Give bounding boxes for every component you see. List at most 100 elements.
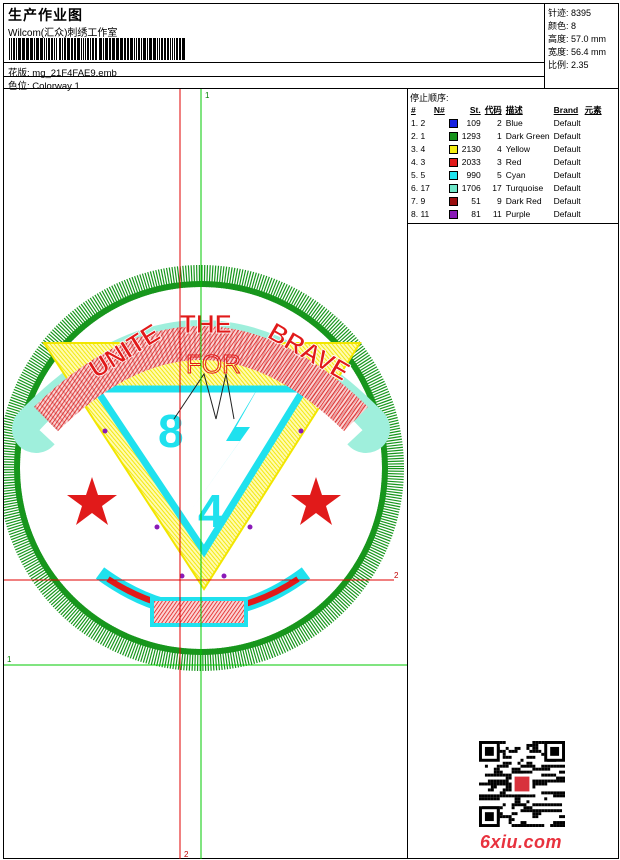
row-code: 1 bbox=[496, 130, 502, 141]
col-index: # bbox=[411, 104, 416, 115]
row-needle bbox=[432, 129, 447, 142]
axis-label-left: 1 bbox=[7, 655, 12, 664]
row-needle bbox=[432, 194, 447, 207]
stat-stitches: 针迹: 8395 bbox=[548, 6, 591, 19]
star-left bbox=[67, 477, 117, 525]
watermark-logo: 6xiu.com bbox=[480, 832, 563, 852]
page-title: 生产作业图 bbox=[8, 7, 83, 23]
row-description: Red bbox=[505, 156, 522, 167]
row-brand: Default bbox=[553, 182, 581, 193]
design-preview: UNITE THE BRAVE FOR 8 4 1 1 2 2 bbox=[4, 89, 408, 859]
color-swatch bbox=[448, 170, 458, 180]
row-needle bbox=[432, 207, 447, 220]
row-stitches: 990 bbox=[466, 169, 481, 180]
marker bbox=[298, 428, 304, 434]
row-needle bbox=[432, 168, 447, 181]
marker bbox=[221, 573, 227, 579]
col-description: 描述 bbox=[505, 104, 523, 115]
divider bbox=[4, 62, 545, 63]
company-name: Wilcom(汇众)刺绣工作室 bbox=[8, 28, 118, 39]
stat-value: 8 bbox=[571, 21, 577, 31]
row-element bbox=[583, 155, 604, 168]
stats-panel: 针迹: 8395 颜色: 8 高度: 57.0 mm 宽度: 56.4 mm 比… bbox=[545, 4, 618, 89]
row-brand: Default bbox=[553, 117, 581, 128]
sequence-row: 8. 11 81 11 Purple Default bbox=[409, 207, 604, 220]
stat-value: 2.35 bbox=[571, 60, 589, 70]
row-description: Yellow bbox=[505, 143, 530, 154]
row-element bbox=[583, 168, 604, 181]
row-element bbox=[583, 129, 604, 142]
stat-scale: 比例: 2.35 bbox=[548, 58, 589, 71]
row-code: 9 bbox=[496, 195, 502, 206]
sequence-row: 6. 17 1706 17 Turquoise Default bbox=[409, 181, 604, 194]
row-index: 2. 1 bbox=[411, 130, 426, 141]
row-needle bbox=[432, 155, 447, 168]
row-swatch bbox=[447, 194, 460, 207]
row-index: 3. 4 bbox=[411, 143, 426, 154]
sequence-row: 3. 4 2130 4 Yellow Default bbox=[409, 142, 604, 155]
row-stitches: 1706 bbox=[461, 182, 481, 193]
row-needle bbox=[432, 181, 447, 194]
row-index: 1. 2 bbox=[411, 117, 426, 128]
stat-value: 57.0 mm bbox=[571, 34, 607, 44]
sequence-row: 1. 2 109 2 Blue Default bbox=[409, 116, 604, 129]
qr-code bbox=[479, 741, 565, 827]
stat-label: 针迹: bbox=[548, 8, 569, 18]
row-brand: Default bbox=[553, 195, 581, 206]
sequence-row: 4. 3 2033 3 Red Default bbox=[409, 155, 604, 168]
sequence-row: 7. 9 51 9 Dark Red Default bbox=[409, 194, 604, 207]
stop-sequence-panel: 停止顺序: # N# St. 代码 描述 Brand 元素 1. 2 109 2 Bl… bbox=[408, 89, 618, 224]
row-swatch bbox=[447, 155, 460, 168]
row-description: Dark Green bbox=[505, 130, 550, 141]
row-element bbox=[583, 116, 604, 129]
row-code: 17 bbox=[492, 182, 502, 193]
row-brand: Default bbox=[553, 130, 581, 141]
axis-label-bottom: 2 bbox=[184, 850, 189, 859]
row-brand: Default bbox=[553, 169, 581, 180]
col-stitches: St. bbox=[469, 104, 481, 115]
color-swatch bbox=[448, 118, 458, 128]
row-stitches: 2033 bbox=[461, 156, 481, 167]
marker bbox=[247, 524, 253, 530]
row-description: Purple bbox=[505, 208, 531, 219]
row-description: Dark Red bbox=[505, 195, 542, 206]
worksheet: 生产作业图 Wilcom(汇众)刺绣工作室 花版: mg_21F4FAE9.em… bbox=[3, 3, 619, 859]
sequence-row: 2. 1 1293 1 Dark Green Default bbox=[409, 129, 604, 142]
row-element bbox=[583, 194, 604, 207]
header-panel: 生产作业图 Wilcom(汇众)刺绣工作室 花版: mg_21F4FAE9.em… bbox=[4, 4, 545, 92]
col-brand: Brand bbox=[553, 104, 579, 115]
row-brand: Default bbox=[553, 143, 581, 154]
stat-value: 56.4 mm bbox=[571, 47, 607, 57]
row-index: 7. 9 bbox=[411, 195, 426, 206]
color-swatch bbox=[448, 131, 458, 141]
row-code: 4 bbox=[496, 143, 502, 154]
stat-value: 8395 bbox=[571, 8, 592, 18]
row-code: 3 bbox=[496, 156, 502, 167]
bottom-banner bbox=[150, 597, 248, 627]
col-swatch bbox=[447, 103, 460, 116]
row-needle bbox=[432, 142, 447, 155]
stat-colors: 颜色: 8 bbox=[548, 19, 576, 32]
color-swatch bbox=[448, 209, 458, 219]
color-swatch bbox=[448, 196, 458, 206]
row-element bbox=[583, 142, 604, 155]
embroidery-design: UNITE THE BRAVE FOR 8 4 1 1 2 2 bbox=[4, 89, 407, 859]
color-swatch bbox=[448, 157, 458, 167]
sequence-header-row: # N# St. 代码 描述 Brand 元素 bbox=[409, 103, 604, 116]
row-swatch bbox=[447, 142, 460, 155]
stat-label: 颜色: bbox=[548, 21, 569, 31]
axis-label-top: 1 bbox=[205, 91, 210, 100]
for-text: FOR bbox=[186, 349, 241, 379]
row-stitches: 81 bbox=[471, 208, 481, 219]
barcode bbox=[9, 38, 185, 60]
star-right bbox=[291, 477, 341, 525]
marker bbox=[102, 428, 108, 434]
row-element bbox=[583, 207, 604, 220]
row-stitches: 1293 bbox=[461, 130, 481, 141]
row-index: 5. 5 bbox=[411, 169, 426, 180]
color-swatch bbox=[448, 183, 458, 193]
col-needle: N# bbox=[433, 104, 445, 115]
row-description: Blue bbox=[505, 117, 523, 128]
stat-label: 宽度: bbox=[548, 47, 569, 57]
stat-label: 比例: bbox=[548, 60, 569, 70]
